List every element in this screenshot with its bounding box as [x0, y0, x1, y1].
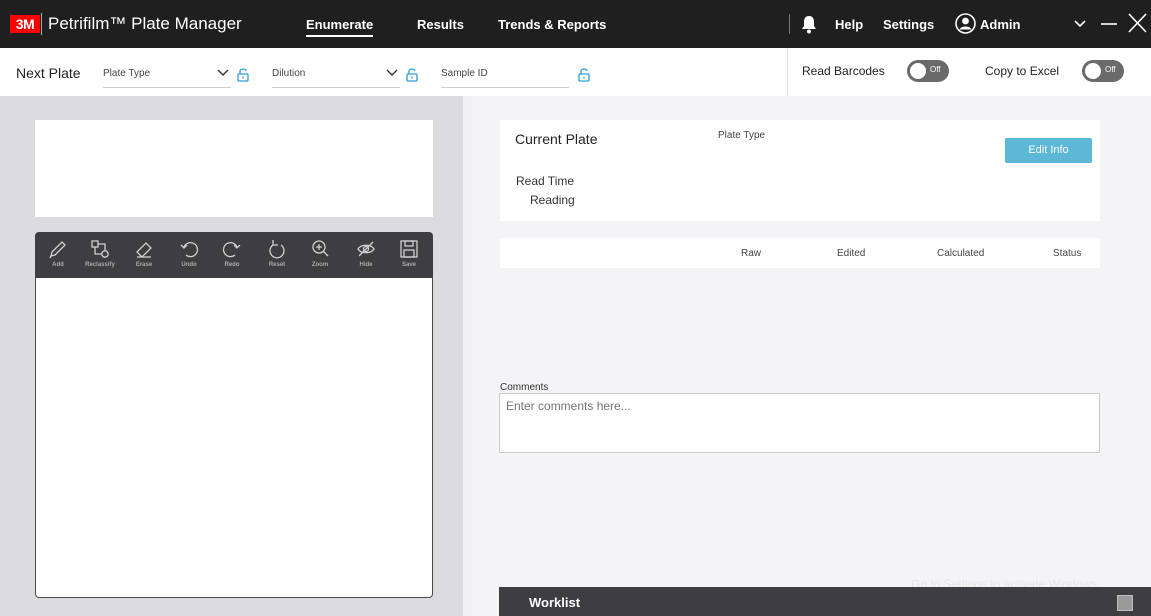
column-header-calculated[interactable]: Calculated	[937, 248, 984, 259]
read-time-label: Read Time	[516, 174, 575, 188]
user-name[interactable]: Admin	[980, 17, 1020, 32]
worklist-bar[interactable]: Worklist	[499, 587, 1151, 616]
panel-separator	[463, 96, 472, 616]
next-plate-label: Next Plate	[16, 65, 81, 81]
dilution-placeholder: Dilution	[272, 68, 306, 79]
tool-label: Redo	[224, 262, 240, 268]
edit-info-button[interactable]: Edit Info	[1005, 138, 1092, 163]
column-header-status[interactable]: Status	[1053, 248, 1081, 259]
tool-label: Save	[401, 262, 416, 268]
reset-tool[interactable]: Reset	[259, 235, 295, 275]
nav-trends-reports[interactable]: Trends & Reports	[498, 17, 606, 32]
undo-tool[interactable]: Undo	[171, 235, 207, 275]
toggle-knob	[910, 63, 926, 79]
reclassify-icon	[91, 240, 109, 258]
chevron-down-icon[interactable]	[1069, 10, 1091, 36]
help-link[interactable]: Help	[835, 17, 863, 32]
plate-type-select[interactable]: Plate Type	[103, 62, 231, 88]
sample-id-input[interactable]: Sample ID	[441, 62, 569, 88]
settings-link[interactable]: Settings	[883, 17, 934, 32]
toggle-state: Off	[930, 65, 941, 74]
tool-label: Reset	[268, 262, 286, 268]
reclassify-tool[interactable]: Reclassify	[82, 235, 118, 275]
save-icon	[400, 240, 418, 258]
worklist-label: Worklist	[529, 595, 581, 610]
hide-icon	[357, 241, 375, 257]
plate-info-box	[35, 120, 433, 217]
column-header-edited[interactable]: Edited	[837, 248, 865, 259]
undo-icon	[180, 241, 199, 258]
hide-tool[interactable]: Hide	[348, 235, 384, 275]
tool-label: Undo	[181, 262, 197, 268]
add-tool[interactable]: Add	[40, 235, 76, 275]
sample-id-placeholder: Sample ID	[441, 68, 488, 79]
title-divider	[789, 14, 790, 34]
nav-enumerate[interactable]: Enumerate	[306, 17, 374, 37]
chevron-down-icon	[217, 69, 229, 76]
comments-label: Comments	[500, 382, 549, 393]
app-window: 3M Petrifilm™ Plate Manager Enumerate Re…	[0, 0, 1151, 616]
copy-to-excel-label: Copy to Excel	[985, 64, 1060, 78]
lock-icon[interactable]	[237, 67, 249, 82]
edit-toolbar: Add Reclassify Erase Undo Redo Reset Zoo…	[35, 232, 433, 278]
copy-to-excel-toggle[interactable]: Off	[1082, 60, 1124, 82]
logo-divider	[41, 13, 42, 35]
app-title: Petrifilm™ Plate Manager	[48, 14, 242, 33]
user-avatar-icon[interactable]	[955, 13, 976, 34]
next-plate-bar: Next Plate Plate Type Dilution Sample ID	[0, 48, 1151, 96]
worklist-expand-icon[interactable]	[1117, 595, 1133, 611]
pencil-icon	[49, 241, 66, 259]
chevron-down-icon	[386, 69, 398, 76]
read-barcodes-label: Read Barcodes	[802, 64, 885, 78]
eraser-icon	[136, 242, 152, 258]
dilution-select[interactable]: Dilution	[272, 62, 400, 88]
read-barcodes-toggle[interactable]: Off	[907, 60, 949, 82]
erase-tool[interactable]: Erase	[126, 235, 162, 275]
reading-label: Reading	[530, 193, 575, 207]
current-plate-title: Current Plate	[515, 131, 598, 147]
tool-label: Hide	[359, 262, 373, 268]
tool-label: Add	[52, 262, 64, 268]
reset-icon	[269, 240, 285, 259]
plate-type-label: Plate Type	[718, 130, 766, 141]
lock-icon[interactable]	[578, 67, 590, 82]
3m-logo: 3M	[10, 15, 40, 33]
lock-icon[interactable]	[406, 67, 418, 82]
tool-label: Reclassify	[85, 262, 115, 268]
save-tool[interactable]: Save	[391, 235, 427, 275]
redo-icon	[222, 241, 241, 258]
plate-type-placeholder: Plate Type	[103, 68, 151, 79]
plate-image-canvas[interactable]	[35, 278, 433, 598]
toggle-state: Off	[1105, 65, 1116, 74]
toggle-knob	[1085, 63, 1101, 79]
tool-label: Zoom	[311, 262, 329, 268]
column-header-raw[interactable]: Raw	[741, 248, 761, 259]
zoom-tool[interactable]: Zoom	[302, 235, 338, 275]
close-icon[interactable]	[1126, 10, 1148, 36]
tool-label: Erase	[135, 262, 153, 268]
zoom-icon	[312, 240, 329, 257]
comments-input[interactable]	[499, 393, 1100, 453]
bell-icon[interactable]	[800, 14, 818, 34]
redo-tool[interactable]: Redo	[214, 235, 250, 275]
title-bar: 3M Petrifilm™ Plate Manager Enumerate Re…	[0, 0, 1151, 48]
nav-results[interactable]: Results	[417, 17, 464, 32]
nextbar-divider	[787, 48, 788, 96]
results-table-header: Raw Edited Calculated Status	[500, 238, 1100, 268]
minimize-icon[interactable]	[1098, 10, 1120, 36]
